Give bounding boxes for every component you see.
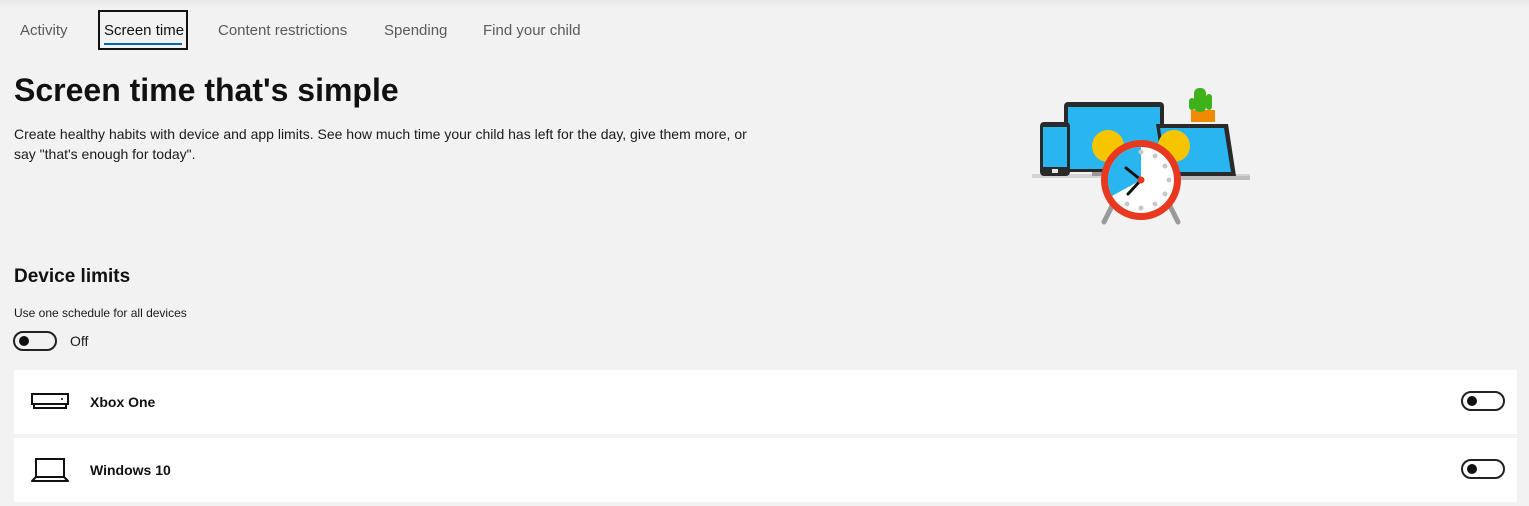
device-name: Xbox One — [90, 394, 156, 410]
tab-find-your-child[interactable]: Find your child — [483, 10, 581, 50]
toggle-knob — [1467, 396, 1477, 406]
toggle-knob — [19, 336, 29, 346]
laptop-icon — [31, 458, 69, 482]
toggle-knob — [1467, 464, 1477, 474]
schedule-toggle[interactable] — [13, 331, 57, 351]
device-row-xbox-one[interactable]: Xbox One — [14, 370, 1517, 434]
tab-screen-time[interactable]: Screen time — [98, 10, 188, 50]
xbox-one-toggle[interactable] — [1461, 391, 1505, 411]
device-limits-title: Device limits — [14, 266, 131, 287]
xbox-console-icon — [31, 393, 69, 409]
tab-spending[interactable]: Spending — [384, 10, 447, 50]
tab-active-indicator — [104, 43, 182, 45]
tab-activity[interactable]: Activity — [20, 10, 68, 50]
tab-screen-time-label: Screen time — [104, 22, 185, 39]
devices-alarm-clock-illustration — [1032, 88, 1250, 225]
windows-10-toggle[interactable] — [1461, 459, 1505, 479]
schedule-label: Use one schedule for all devices — [14, 306, 187, 320]
tab-content-restrictions[interactable]: Content restrictions — [218, 10, 347, 50]
phone-graphic — [1040, 122, 1070, 176]
cactus-graphic — [1189, 88, 1215, 122]
device-row-windows-10[interactable]: Windows 10 — [14, 438, 1517, 502]
schedule-toggle-state: Off — [70, 333, 89, 349]
device-name: Windows 10 — [90, 462, 171, 478]
page-title: Screen time that's simple — [14, 72, 399, 108]
alarm-clock-graphic — [1092, 130, 1190, 225]
page-description: Create healthy habits with device and ap… — [14, 126, 747, 162]
top-bar — [0, 0, 1529, 10]
